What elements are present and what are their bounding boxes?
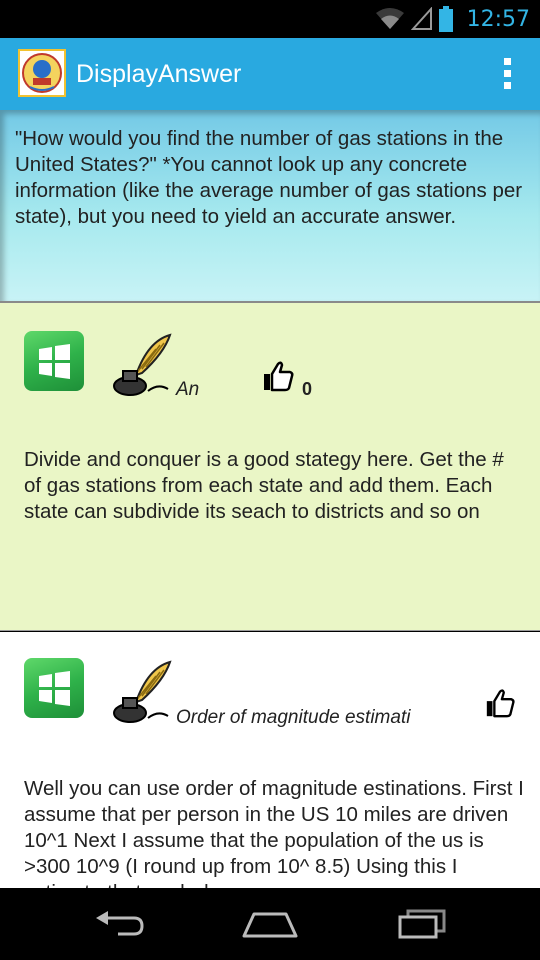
windows-icon — [24, 658, 84, 718]
back-icon — [96, 911, 144, 936]
author-name: An — [176, 379, 200, 400]
app-logo-icon[interactable] — [18, 49, 66, 97]
question-panel: "How would you find the number of gas st… — [0, 110, 540, 303]
battery-icon — [438, 6, 453, 32]
status-icons: 12:57 — [375, 0, 530, 38]
overflow-menu-icon[interactable] — [498, 56, 518, 92]
recent-apps-icon — [398, 909, 446, 939]
home-icon — [242, 912, 298, 938]
recent-apps-button[interactable] — [382, 902, 462, 946]
answer-card[interactable]: Order of magnitude estimati Well you can… — [0, 632, 540, 888]
answer-text: Divide and conquer is a good stategy her… — [24, 448, 504, 523]
back-button[interactable] — [80, 902, 160, 946]
answer-card[interactable]: An 0 Divide and conquer is a good stateg… — [0, 303, 540, 631]
windows-icon — [24, 331, 84, 391]
wifi-icon — [375, 8, 404, 29]
question-text: "How would you find the number of gas st… — [15, 127, 523, 228]
thumbs-up-icon[interactable] — [261, 359, 295, 393]
thumbs-up-icon[interactable] — [484, 687, 516, 719]
quill-inkwell-icon — [108, 658, 174, 724]
author-name: Order of magnitude estimati — [176, 707, 411, 728]
quill-inkwell-icon — [108, 331, 174, 397]
status-bar: 12:57 — [0, 0, 540, 38]
answer-text: Well you can use order of magnitude esti… — [24, 777, 524, 888]
status-time: 12:57 — [466, 6, 530, 32]
cell-signal-icon — [410, 7, 432, 30]
action-bar: DisplayAnswer — [0, 38, 540, 110]
home-button[interactable] — [230, 902, 310, 946]
like-count: 0 — [302, 379, 313, 399]
app-title: DisplayAnswer — [76, 60, 242, 88]
navigation-bar — [0, 888, 540, 960]
